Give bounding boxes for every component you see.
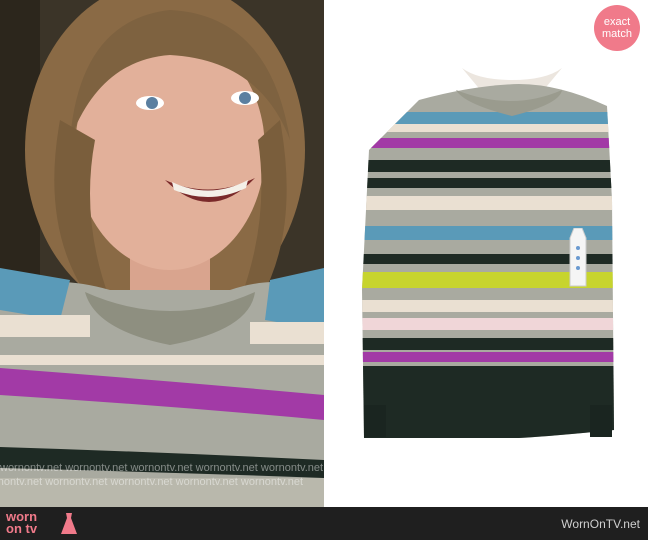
show-still-illustration	[0, 0, 324, 507]
watermark-text: wornontv.net wornontv.net wornontv.net w…	[0, 462, 324, 474]
badge-line-1: exact	[603, 16, 631, 28]
hang-tag-icon	[569, 228, 587, 287]
site-logo[interactable]: worn on tv	[6, 510, 38, 536]
product-photo	[324, 0, 648, 507]
watermark-text: wornontv.net wornontv.net wornontv.net w…	[0, 476, 304, 488]
logo-line-2: on tv	[6, 521, 38, 536]
striped-sweater-illustration	[362, 68, 614, 438]
dress-icon	[61, 513, 77, 534]
footer-bar: worn on tv WornOnTV.net	[0, 507, 648, 540]
site-name: WornOnTV.net	[561, 517, 640, 531]
exact-match-badge: exact match	[594, 5, 640, 51]
show-still-photo: wornontv.net wornontv.net wornontv.net w…	[0, 0, 324, 507]
badge-line-2: match	[602, 28, 632, 40]
